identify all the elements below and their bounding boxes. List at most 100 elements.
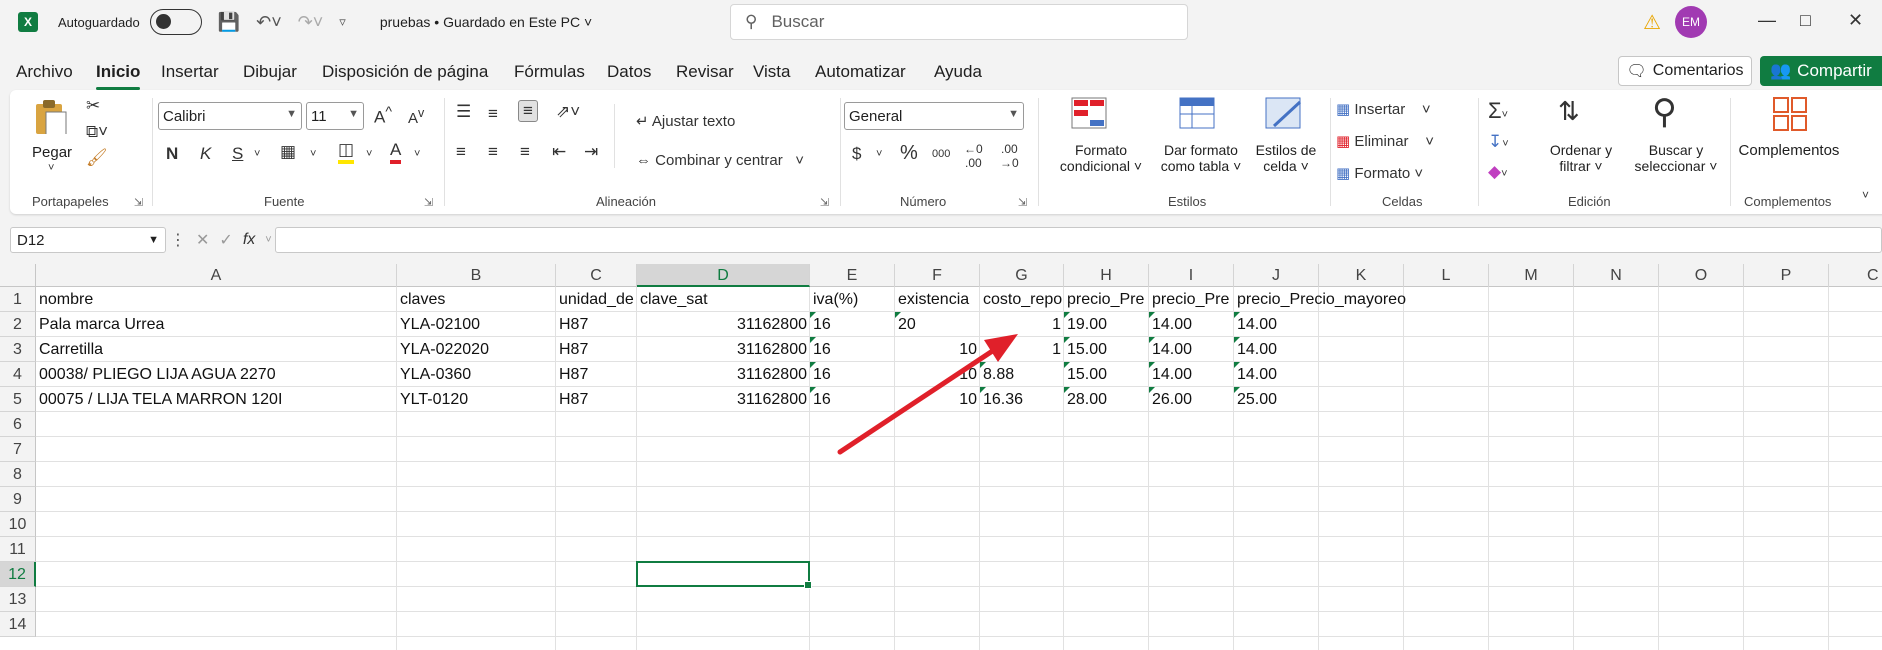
cell-e3[interactable]: 16: [810, 337, 895, 362]
cell-h5[interactable]: 28.00: [1064, 387, 1149, 412]
customize-toolbar-icon[interactable]: ▿: [339, 14, 346, 30]
row-header-5[interactable]: 5: [0, 387, 36, 412]
clipboard-launcher-icon[interactable]: ⇲: [134, 196, 143, 209]
cell-e4[interactable]: 16: [810, 362, 895, 387]
font-name-combo[interactable]: Calibri ▼: [158, 102, 302, 130]
bold-button[interactable]: N: [166, 144, 178, 164]
cut-icon[interactable]: ✂: [86, 96, 100, 116]
document-title[interactable]: pruebas • Guardado en Este PC ˅: [380, 14, 592, 30]
cell-f1[interactable]: existencia: [895, 287, 980, 312]
cell-i4[interactable]: 14.00: [1149, 362, 1234, 387]
copy-icon[interactable]: ⧉˅: [86, 122, 108, 142]
underline-chevron-icon[interactable]: ˅: [254, 148, 260, 160]
cell-i5[interactable]: 26.00: [1149, 387, 1234, 412]
tab-formulas[interactable]: Fórmulas: [514, 62, 585, 82]
row-header-13[interactable]: 13: [0, 587, 36, 612]
insert-function-button[interactable]: fx: [243, 231, 255, 249]
cell-h3[interactable]: 15.00: [1064, 337, 1149, 362]
cell-f5[interactable]: 10: [895, 387, 980, 412]
tab-datos[interactable]: Datos: [607, 62, 651, 82]
close-icon[interactable]: ✕: [1848, 10, 1863, 31]
tab-inicio[interactable]: Inicio: [96, 62, 141, 90]
number-format-combo[interactable]: General ▼: [844, 102, 1024, 130]
row-header-10[interactable]: 10: [0, 512, 36, 537]
cell-c3[interactable]: H87: [556, 337, 637, 362]
cell-a5[interactable]: 00075 / LIJA TELA MARRON 120I: [36, 387, 397, 412]
enter-icon[interactable]: ✓: [219, 230, 232, 250]
cell-d4[interactable]: 31162800: [637, 362, 810, 387]
format-painter-icon[interactable]: 🖌: [86, 148, 108, 168]
cell-g3[interactable]: 1: [980, 337, 1064, 362]
cell-d1[interactable]: clave_sat: [637, 287, 810, 312]
column-header-o[interactable]: O: [1659, 264, 1744, 287]
column-header-a[interactable]: A: [36, 264, 397, 287]
minimize-icon[interactable]: —: [1758, 10, 1776, 31]
font-color-chevron-icon[interactable]: ˅: [414, 148, 420, 160]
comments-button[interactable]: 🗨 Comentarios: [1618, 56, 1752, 86]
tab-vista[interactable]: Vista: [753, 62, 791, 82]
collapse-ribbon-icon[interactable]: ˅: [1862, 188, 1869, 202]
tab-archivo[interactable]: Archivo: [16, 62, 73, 82]
search-box[interactable]: ⚲ Buscar: [730, 4, 1188, 40]
percent-button[interactable]: %: [900, 142, 918, 165]
font-size-combo[interactable]: 11 ▼: [306, 102, 364, 130]
tab-revisar[interactable]: Revisar: [676, 62, 734, 82]
insert-cells-button[interactable]: ▦ Insertar ˅: [1336, 100, 1431, 118]
decrease-indent-icon[interactable]: ⇤: [552, 142, 566, 162]
cell-d2[interactable]: 31162800: [637, 312, 810, 337]
cell-j5[interactable]: 25.00: [1234, 387, 1534, 412]
format-as-table-button[interactable]: Dar formato como tabla ˅: [1156, 142, 1246, 174]
cell-j1[interactable]: precio_Precio_mayoreo: [1234, 287, 1534, 312]
align-left-icon[interactable]: ≡: [456, 142, 466, 162]
cell-g4[interactable]: 8.88: [980, 362, 1064, 387]
cell-b1[interactable]: claves: [397, 287, 556, 312]
cell-f2[interactable]: 20: [895, 312, 980, 337]
share-button[interactable]: 👥 Compartir: [1760, 56, 1882, 86]
wrap-text-button[interactable]: ↵ Ajustar texto: [636, 112, 735, 130]
cell-h4[interactable]: 15.00: [1064, 362, 1149, 387]
autosave-toggle[interactable]: [149, 9, 202, 35]
avatar[interactable]: EM: [1675, 6, 1707, 38]
cell-b2[interactable]: YLA-02100: [397, 312, 556, 337]
cell-styles-button[interactable]: Estilos de celda ˅: [1246, 142, 1326, 174]
borders-chevron-icon[interactable]: ˅: [310, 148, 316, 160]
cell-i1[interactable]: precio_Pre: [1149, 287, 1234, 312]
row-header-4[interactable]: 4: [0, 362, 36, 387]
column-header-g[interactable]: G: [980, 264, 1064, 287]
formula-input[interactable]: [275, 227, 1882, 253]
currency-chevron-icon[interactable]: ˅: [876, 148, 882, 160]
align-bottom-icon[interactable]: ≡: [518, 100, 538, 122]
row-header-14[interactable]: 14: [0, 612, 36, 637]
number-launcher-icon[interactable]: ⇲: [1018, 196, 1027, 209]
cell-e1[interactable]: iva(%): [810, 287, 895, 312]
column-header-k[interactable]: K: [1319, 264, 1404, 287]
column-header-j[interactable]: J: [1234, 264, 1319, 287]
column-header-b[interactable]: B: [397, 264, 556, 287]
row-header-1[interactable]: 1: [0, 287, 36, 312]
cell-g1[interactable]: costo_repo: [980, 287, 1064, 312]
column-header-e[interactable]: E: [810, 264, 895, 287]
italic-button[interactable]: K: [200, 144, 211, 164]
increase-decimal-icon[interactable]: ←0.00: [964, 142, 983, 170]
maximize-icon[interactable]: □: [1800, 10, 1811, 31]
cell-a1[interactable]: nombre: [36, 287, 397, 312]
borders-icon[interactable]: ▦: [280, 142, 296, 162]
font-color-icon[interactable]: A: [390, 140, 402, 164]
tab-disposicion[interactable]: Disposición de página: [322, 62, 488, 82]
align-middle-icon[interactable]: ≡: [488, 104, 498, 124]
save-icon[interactable]: 💾: [218, 12, 240, 33]
cancel-icon[interactable]: ✕: [196, 230, 209, 250]
orientation-icon[interactable]: ⇗˅: [556, 102, 580, 122]
row-header-11[interactable]: 11: [0, 537, 36, 562]
cell-i3[interactable]: 14.00: [1149, 337, 1234, 362]
merge-center-button[interactable]: ⇔ Combinar y centrar ˅: [636, 152, 804, 169]
cell-c5[interactable]: H87: [556, 387, 637, 412]
row-header-7[interactable]: 7: [0, 437, 36, 462]
row-header-12[interactable]: 12: [0, 562, 36, 587]
select-all-corner[interactable]: [0, 264, 36, 287]
autosum-icon[interactable]: Σ˅: [1488, 98, 1508, 124]
fill-icon[interactable]: ↧˅: [1488, 132, 1509, 152]
paste-icon[interactable]: [32, 98, 70, 134]
align-right-icon[interactable]: ≡: [520, 142, 530, 162]
currency-button[interactable]: $: [852, 144, 861, 164]
